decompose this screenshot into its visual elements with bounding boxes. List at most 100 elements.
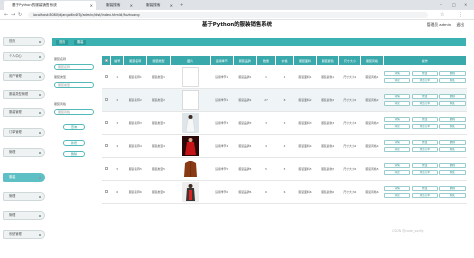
cell-color: 服装颜色1 <box>316 65 339 89</box>
cell-fabric: 服装面料6 <box>293 180 317 204</box>
sidebar-item[interactable]: 用户管理 <box>3 72 45 81</box>
breadcrumb-current[interactable]: 服装 <box>74 39 87 45</box>
back-icon[interactable]: ← <box>4 10 8 20</box>
name-search-input[interactable]: 服装名称 <box>54 64 94 70</box>
minimize-icon[interactable]: – <box>440 0 442 9</box>
table-row[interactable]: 3 服装名称3 服装类型3 适用季节3 服装品牌3 3 3 服装面料3 服装颜色3 尺寸大小3 服装… <box>101 111 467 135</box>
url-input[interactable]: localhost:8080/django6n4f3j/admin/dist/i… <box>28 12 428 18</box>
delete-button[interactable]: 删除 <box>63 151 85 157</box>
type-search-input[interactable]: 服装类型 <box>54 82 94 88</box>
image-cell <box>170 65 211 89</box>
admin-label: 管理员 admin <box>426 22 452 27</box>
maximize-icon[interactable]: □ <box>452 0 456 9</box>
action-button[interactable]: 购买 <box>439 77 466 84</box>
sidebar-item[interactable]: 管理 <box>3 211 45 220</box>
action-button[interactable]: 评论 <box>384 77 411 84</box>
action-button[interactable]: 评论 <box>384 100 411 107</box>
action-button[interactable]: 详情 <box>384 93 411 100</box>
action-button[interactable]: 浏览订单 <box>411 192 438 199</box>
action-button[interactable]: 浏览订单 <box>411 146 438 153</box>
search-button[interactable]: 查询 <box>63 124 85 130</box>
new-tab-icon[interactable]: + <box>180 0 183 9</box>
page-title: 基于Python的服装销售系统 <box>201 22 273 28</box>
star-icon[interactable]: ☆ <box>440 10 444 20</box>
action-button[interactable]: 删除 <box>439 116 466 123</box>
checkbox[interactable] <box>104 75 108 78</box>
action-button[interactable]: 评论 <box>384 123 411 130</box>
table-row[interactable]: 1 服装名称1 服装类型1 适用季节1 服装品牌1 1 1 服装面料1 服装颜色1 尺寸大小1 服装… <box>101 65 467 89</box>
checkbox[interactable] <box>104 190 108 193</box>
sidebar-item[interactable]: 订单管理 <box>3 128 45 137</box>
close-icon[interactable]: × <box>130 1 133 10</box>
action-button[interactable]: 详情 <box>384 185 411 192</box>
action-button[interactable]: 购买 <box>439 123 466 130</box>
checkbox[interactable] <box>104 98 108 101</box>
checkbox[interactable] <box>104 144 108 147</box>
actions-cell: 详情 修改 删除评论 浏览订单 购买 <box>383 88 467 112</box>
action-button[interactable]: 浏览订单 <box>411 123 438 130</box>
action-button[interactable]: 详情 <box>384 162 411 169</box>
action-button[interactable]: 修改 <box>411 185 438 192</box>
menu-icon[interactable]: ⋮ <box>458 10 463 20</box>
action-button[interactable]: 购买 <box>439 169 466 176</box>
action-button[interactable]: 详情 <box>384 116 411 123</box>
table-row[interactable]: 6 服装名称6 服装类型6 适用季节6 服装品牌6 6 6 服装面料6 服装颜色6 尺寸大小6 服装… <box>101 180 467 204</box>
sidebar-item[interactable]: 个人中心 <box>3 52 45 61</box>
action-button[interactable]: 删除 <box>439 70 466 77</box>
action-button[interactable]: 购买 <box>439 100 466 107</box>
action-button[interactable]: 详情 <box>384 70 411 77</box>
sidebar-item[interactable]: 系统管理 <box>3 230 45 239</box>
product-image <box>181 113 199 133</box>
sidebar-item[interactable]: 服装 <box>3 173 45 182</box>
action-button[interactable]: 购买 <box>439 146 466 153</box>
action-button[interactable]: 浏览订单 <box>411 77 438 84</box>
checkbox[interactable] <box>104 58 108 62</box>
add-button[interactable]: 新增 <box>63 140 85 146</box>
action-button[interactable]: 删除 <box>439 185 466 192</box>
table-row[interactable]: 2 服装名称2 服装类型2 适用季节2 服装品牌2 27 8 服装面料2 服装颜色2 尺寸大小2 服… <box>101 88 467 112</box>
column-header: 编号 <box>110 55 125 66</box>
action-button[interactable]: 浏览订单 <box>411 100 438 107</box>
close-window-icon[interactable]: × <box>464 0 467 9</box>
action-button[interactable]: 详情 <box>384 139 411 146</box>
action-button[interactable]: 浏览订单 <box>411 169 438 176</box>
sidebar-item[interactable]: 管理 <box>3 192 45 201</box>
logout-button[interactable]: 退出 <box>456 22 464 27</box>
action-button[interactable]: 修改 <box>411 93 438 100</box>
actions-cell: 详情 修改 删除评论 浏览订单 购买 <box>383 134 467 158</box>
action-button[interactable]: 修改 <box>411 116 438 123</box>
product-image <box>181 159 199 179</box>
breadcrumb-home[interactable]: 首页 <box>56 39 69 45</box>
browser-tab-3[interactable]: 服装搜索 × <box>138 1 176 10</box>
action-button[interactable]: 删除 <box>439 139 466 146</box>
action-button[interactable]: 修改 <box>411 162 438 169</box>
cell-season: 适用季节2 <box>210 88 234 112</box>
action-button[interactable]: 评论 <box>384 146 411 153</box>
reload-icon[interactable]: ↻ <box>18 10 22 20</box>
forward-icon[interactable]: → <box>11 10 15 20</box>
sidebar-item[interactable]: 管理 <box>3 148 45 157</box>
close-icon[interactable]: × <box>170 1 173 10</box>
checkbox[interactable] <box>104 167 108 170</box>
cell-qty: 3 <box>256 111 276 135</box>
style-search-input[interactable]: 服装风格 <box>54 109 94 115</box>
browser-tab-1[interactable]: 基于Python的服装销售系统 × <box>4 1 96 10</box>
action-button[interactable]: 删除 <box>439 162 466 169</box>
watermark: CSDN @code_sunfg <box>392 229 424 233</box>
action-button[interactable]: 修改 <box>411 70 438 77</box>
sidebar-item[interactable]: 服装类型管理 <box>3 90 45 99</box>
action-button[interactable]: 购买 <box>439 192 466 199</box>
sidebar-item[interactable]: 首页 <box>3 37 45 46</box>
table-row[interactable]: 4 服装名称4 服装类型4 适用季节4 服装品牌4 4 4 服装面料4 服装颜色4 尺寸大小4 服装… <box>101 134 467 158</box>
action-button[interactable]: 评论 <box>384 169 411 176</box>
action-button[interactable]: 删除 <box>439 93 466 100</box>
action-button[interactable]: 修改 <box>411 139 438 146</box>
cell-season: 适用季节1 <box>210 65 234 89</box>
browser-tab-2[interactable]: 服装搜索 × <box>98 1 136 10</box>
action-button[interactable]: 评论 <box>384 192 411 199</box>
sidebar-item[interactable]: 服装管理 <box>3 108 45 117</box>
close-icon[interactable]: × <box>90 1 93 10</box>
checkbox[interactable] <box>104 121 108 124</box>
select-all-header[interactable] <box>100 55 112 66</box>
table-row[interactable]: 5 服装名称5 服装类型5 适用季节5 服装品牌5 5 5 服装面料5 服装颜色5 尺寸大小5 服装… <box>101 157 467 181</box>
